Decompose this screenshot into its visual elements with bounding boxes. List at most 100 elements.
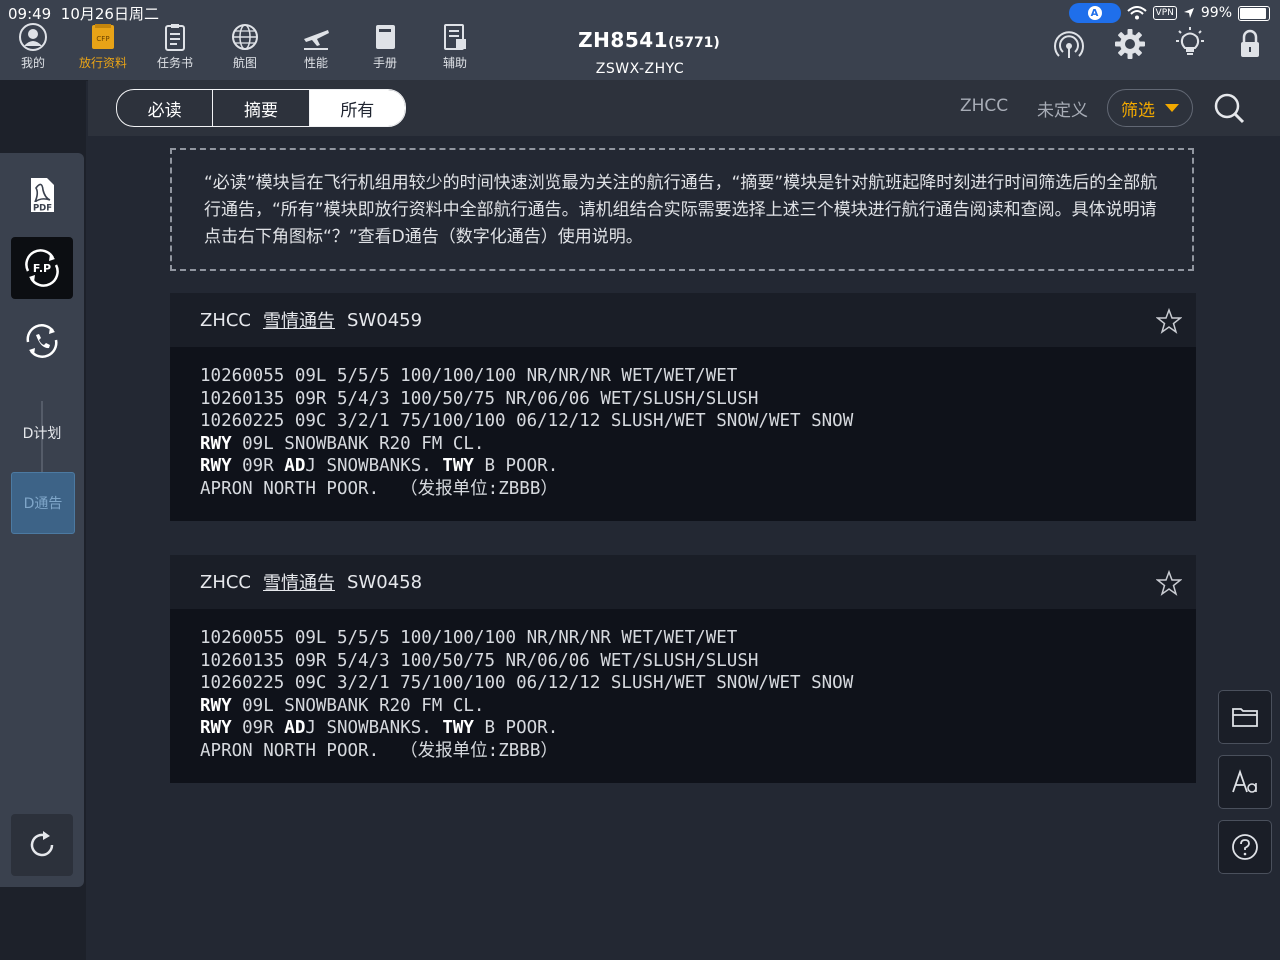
notam-type-link[interactable]: 雪情通告 bbox=[263, 307, 335, 333]
font-size-icon bbox=[1232, 769, 1257, 793]
notam-type-link[interactable]: 雪情通告 bbox=[263, 569, 335, 595]
nav-performance[interactable]: 性能 bbox=[288, 22, 344, 74]
nav-manual[interactable]: 手册 bbox=[357, 22, 413, 74]
nav-task-book[interactable]: 任务书 bbox=[147, 22, 203, 74]
keyword: AD bbox=[284, 718, 306, 739]
book-icon bbox=[376, 25, 395, 49]
notam-text: 09R bbox=[231, 456, 285, 477]
notam-card: ZHCC 雪情通告 SW0458 10260055 09L 5/5/5 100/… bbox=[170, 555, 1196, 783]
tab-must-read[interactable]: 必读 bbox=[117, 90, 214, 126]
keyword: RWY bbox=[200, 718, 232, 739]
nav-my[interactable]: 我的 bbox=[5, 22, 61, 74]
lock-button[interactable] bbox=[1232, 26, 1268, 62]
phone-sync-button[interactable] bbox=[11, 310, 73, 372]
nav-label: 任务书 bbox=[156, 56, 193, 70]
globe-icon bbox=[232, 24, 258, 50]
gear-icon bbox=[1115, 29, 1145, 59]
lock-icon bbox=[1241, 29, 1259, 57]
top-bar: 09:49 10月26日周二 A VPN 99% 我的 CFP 放行资料 任务书… bbox=[0, 0, 1280, 80]
location-icon bbox=[1183, 8, 1194, 18]
flight-route: ZSWX-ZHYC bbox=[595, 61, 685, 77]
cfp-badge: CFP bbox=[96, 35, 109, 43]
notam-line: 10260055 09L 5/5/5 100/100/100 NR/NR/NR … bbox=[200, 366, 738, 386]
font-size-button[interactable] bbox=[1218, 755, 1272, 809]
notam-airport: ZHCC bbox=[200, 309, 252, 331]
category-filter[interactable]: 未定义 bbox=[1037, 96, 1088, 121]
battery-icon bbox=[1238, 5, 1270, 21]
notam-line: 10260135 09R 5/4/3 100/50/75 NR/06/06 WE… bbox=[200, 650, 759, 671]
nav-label: 放行资料 bbox=[78, 56, 127, 70]
caret-down-icon bbox=[1165, 104, 1179, 112]
module-description: “必读”模块旨在飞行机组用较少的时间快速浏览最为关注的航行通告，“摘要”模块是针… bbox=[170, 148, 1194, 271]
left-sidebar: PDF F.P D计划 D通告 bbox=[0, 153, 84, 887]
search-icon bbox=[1214, 93, 1245, 124]
notam-line: 10260225 09C 3/2/1 75/100/100 06/12/12 S… bbox=[200, 411, 854, 432]
flight-number: ZH8541 bbox=[578, 28, 669, 52]
notam-text: 09R bbox=[231, 718, 285, 739]
notam-id: SW0459 bbox=[347, 309, 423, 331]
notam-line: APRON NORTH POOR. （发报单位:ZBBB） bbox=[200, 740, 558, 761]
document-icon bbox=[444, 24, 466, 50]
nav-assist[interactable]: 辅助 bbox=[427, 22, 483, 74]
notam-line: 10260225 09C 3/2/1 75/100/100 06/12/12 S… bbox=[200, 673, 854, 694]
lightbulb-icon bbox=[1176, 27, 1204, 55]
status-time: 09:49 10月26日周二 bbox=[8, 3, 159, 24]
pdf-label: PDF bbox=[33, 204, 52, 214]
location-arrow-icon: A bbox=[1087, 6, 1102, 20]
help-button[interactable] bbox=[1218, 820, 1272, 874]
clipboard-icon bbox=[165, 24, 185, 51]
star-icon[interactable] bbox=[1156, 570, 1182, 596]
nav-label: 航图 bbox=[232, 56, 257, 70]
notam-text: J SNOWBANKS. bbox=[305, 456, 443, 477]
airplane-icon bbox=[304, 30, 329, 50]
notam-text: B POOR. bbox=[473, 718, 559, 739]
tab-summary[interactable]: 摘要 bbox=[213, 90, 310, 126]
keyword: RWY bbox=[200, 456, 232, 477]
refresh-icon bbox=[30, 831, 54, 857]
notam-text: 09L SNOWBANK R20 FM CL. bbox=[231, 695, 485, 716]
keyword: RWY bbox=[200, 433, 232, 454]
notam-text: 09L SNOWBANK R20 FM CL. bbox=[231, 433, 485, 454]
signal-button[interactable] bbox=[1051, 26, 1087, 62]
nav-label: 性能 bbox=[303, 56, 328, 70]
date: 10月26日周二 bbox=[60, 5, 159, 23]
brightness-button[interactable] bbox=[1172, 26, 1208, 62]
search-button[interactable] bbox=[1212, 91, 1246, 125]
airport-filter[interactable]: ZHCC bbox=[960, 96, 1008, 116]
notam-id: SW0458 bbox=[347, 571, 423, 593]
battery-percent: 99% bbox=[1200, 5, 1232, 21]
settings-button[interactable] bbox=[1112, 26, 1148, 62]
refresh-button[interactable] bbox=[11, 814, 73, 876]
signal-icon bbox=[1054, 31, 1084, 58]
flight-plan-icon: F.P bbox=[25, 249, 59, 287]
cfp-folder-icon: CFP bbox=[92, 24, 114, 49]
nav-label: 手册 bbox=[372, 56, 397, 70]
folder-icon bbox=[1232, 708, 1258, 727]
notam-header: ZHCC 雪情通告 SW0458 bbox=[170, 555, 1196, 609]
notam-text: J SNOWBANKS. bbox=[305, 718, 443, 739]
filter-bar: 必读 摘要 所有 ZHCC 未定义 筛选 bbox=[88, 80, 1280, 136]
location-pill: A bbox=[1068, 3, 1121, 23]
filter-button[interactable]: 筛选 bbox=[1107, 89, 1193, 127]
star-icon[interactable] bbox=[1156, 308, 1182, 334]
folder-button[interactable] bbox=[1218, 690, 1272, 744]
filter-label: 筛选 bbox=[1121, 100, 1155, 121]
keyword: TWY bbox=[442, 718, 474, 739]
nav-release-data[interactable]: CFP 放行资料 bbox=[75, 22, 131, 74]
sidebar-tab-d-notice[interactable]: D通告 bbox=[11, 472, 75, 534]
status-indicators: A VPN 99% bbox=[1068, 3, 1270, 23]
notam-line: APRON NORTH POOR. （发报单位:ZBBB） bbox=[200, 478, 558, 499]
flight-registration: (5771) bbox=[668, 35, 720, 51]
sidebar-tab-d-plan[interactable]: D计划 bbox=[11, 403, 73, 463]
flight-plan-button[interactable]: F.P bbox=[11, 237, 73, 299]
notam-line: 10260055 09L 5/5/5 100/100/100 NR/NR/NR … bbox=[200, 628, 738, 648]
pdf-icon: PDF bbox=[31, 178, 54, 214]
notam-body: 10260055 09L 5/5/5 100/100/100 NR/NR/NR … bbox=[170, 347, 1196, 521]
notam-line: 10260135 09R 5/4/3 100/50/75 NR/06/06 WE… bbox=[200, 388, 759, 409]
pdf-button[interactable]: PDF bbox=[11, 164, 73, 226]
wifi-icon bbox=[1126, 6, 1147, 20]
notam-header: ZHCC 雪情通告 SW0459 bbox=[170, 293, 1196, 347]
nav-charts[interactable]: 航图 bbox=[217, 22, 273, 74]
tab-all[interactable]: 所有 bbox=[309, 90, 405, 126]
notam-text: B POOR. bbox=[473, 456, 559, 477]
